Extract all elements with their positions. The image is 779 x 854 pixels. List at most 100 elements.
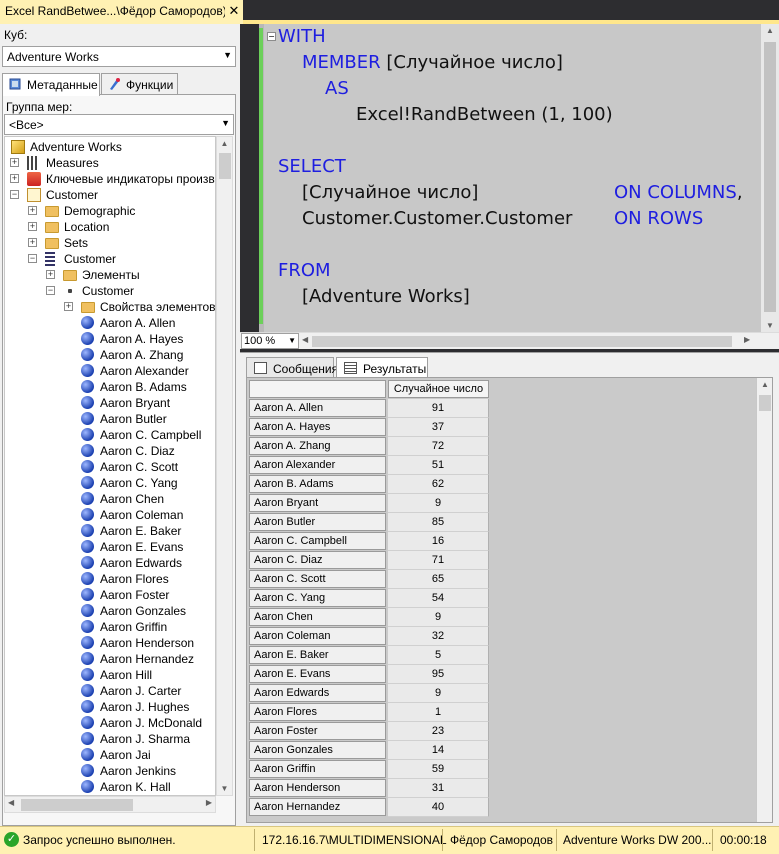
- row-header[interactable]: Aaron A. Allen: [249, 399, 386, 417]
- tree-node[interactable]: Aaron J. Sharma: [5, 731, 215, 747]
- tree-node[interactable]: Aaron Griffin: [5, 619, 215, 635]
- results-grid[interactable]: Случайное число Aaron A. Allen 91 Aaron A.…: [246, 377, 773, 823]
- tree-node[interactable]: Adventure Works: [5, 139, 215, 155]
- mdx-query-editor[interactable]: − WITH MEMBER [Случайное число] AS Excel!Ra…: [259, 24, 761, 332]
- tree-node[interactable]: + Demographic: [5, 203, 215, 219]
- collapse-icon[interactable]: −: [28, 254, 37, 263]
- scroll-up-icon[interactable]: ▲: [757, 380, 772, 389]
- row-header[interactable]: Aaron C. Campbell: [249, 532, 386, 550]
- row-header[interactable]: Aaron Butler: [249, 513, 386, 531]
- grid-cell[interactable]: 37: [388, 418, 489, 437]
- column-header[interactable]: Случайное число: [388, 380, 489, 398]
- row-header[interactable]: Aaron C. Scott: [249, 570, 386, 588]
- tree-node[interactable]: Aaron A. Zhang: [5, 347, 215, 363]
- row-header[interactable]: Aaron Bryant: [249, 494, 386, 512]
- tree-node[interactable]: Aaron Alexander: [5, 363, 215, 379]
- tree-node[interactable]: − Customer: [5, 283, 215, 299]
- scroll-thumb[interactable]: [219, 153, 231, 179]
- cube-select[interactable]: Adventure Works ▼: [2, 46, 236, 67]
- tab-metadata[interactable]: Метаданные: [2, 73, 100, 96]
- grid-cell[interactable]: 62: [388, 475, 489, 494]
- grid-cell[interactable]: 23: [388, 722, 489, 741]
- tree-node[interactable]: Aaron B. Adams: [5, 379, 215, 395]
- collapse-icon[interactable]: −: [46, 286, 55, 295]
- grid-cell[interactable]: 65: [388, 570, 489, 589]
- tree-node[interactable]: Aaron E. Evans: [5, 539, 215, 555]
- tab-messages[interactable]: Сообщения: [246, 357, 338, 377]
- grid-cell[interactable]: 5: [388, 646, 489, 665]
- editor-vertical-scrollbar[interactable]: ▲ ▼: [761, 24, 779, 332]
- row-header[interactable]: Aaron Alexander: [249, 456, 386, 474]
- document-tab[interactable]: Excel RandBetwee...\Фёдор Самородов) ✕: [0, 0, 243, 24]
- row-header[interactable]: Aaron Chen: [249, 608, 386, 626]
- grid-cell[interactable]: 95: [388, 665, 489, 684]
- tree-node[interactable]: Aaron C. Campbell: [5, 427, 215, 443]
- tree-node[interactable]: Aaron Gonzales: [5, 603, 215, 619]
- collapse-icon[interactable]: −: [10, 190, 19, 199]
- collapse-region-icon[interactable]: −: [267, 32, 276, 41]
- scroll-thumb[interactable]: [759, 395, 771, 411]
- tree-node[interactable]: Aaron A. Hayes: [5, 331, 215, 347]
- measure-group-select[interactable]: <Все> ▼: [4, 114, 234, 135]
- grid-cell[interactable]: 71: [388, 551, 489, 570]
- tree-node[interactable]: Aaron J. McDonald: [5, 715, 215, 731]
- tree-node[interactable]: + Location: [5, 219, 215, 235]
- row-header[interactable]: Aaron E. Evans: [249, 665, 386, 683]
- tree-node[interactable]: Aaron J. Carter: [5, 683, 215, 699]
- expand-icon[interactable]: +: [10, 158, 19, 167]
- grid-cell[interactable]: 9: [388, 494, 489, 513]
- tab-functions[interactable]: Функции: [101, 73, 178, 95]
- scroll-left-icon[interactable]: ◀: [8, 798, 14, 807]
- tree-node[interactable]: Aaron Butler: [5, 411, 215, 427]
- tree-node[interactable]: Aaron Bryant: [5, 395, 215, 411]
- scroll-thumb[interactable]: [21, 799, 133, 811]
- expand-icon[interactable]: +: [10, 174, 19, 183]
- tree-node[interactable]: Aaron Hill: [5, 667, 215, 683]
- tree-node[interactable]: − Customer: [5, 187, 215, 203]
- tree-node[interactable]: − Customer: [5, 251, 215, 267]
- scroll-down-icon[interactable]: ▼: [217, 784, 232, 793]
- tree-node[interactable]: Aaron K. Hall: [5, 779, 215, 795]
- row-header[interactable]: Aaron Hernandez: [249, 798, 386, 816]
- tree-node[interactable]: Aaron Henderson: [5, 635, 215, 651]
- tree-node[interactable]: Aaron C. Diaz: [5, 443, 215, 459]
- tree-node[interactable]: Aaron Chen: [5, 491, 215, 507]
- row-header[interactable]: Aaron Flores: [249, 703, 386, 721]
- tree-node[interactable]: Aaron C. Yang: [5, 475, 215, 491]
- scroll-up-icon[interactable]: ▲: [217, 139, 232, 148]
- tree-node[interactable]: Aaron Jenkins: [5, 763, 215, 779]
- tree-node[interactable]: + Элементы: [5, 267, 215, 283]
- grid-cell[interactable]: 91: [388, 399, 489, 418]
- tree-node[interactable]: + Sets: [5, 235, 215, 251]
- tree-node[interactable]: + Measures: [5, 155, 215, 171]
- grid-cell[interactable]: 32: [388, 627, 489, 646]
- expand-icon[interactable]: +: [64, 302, 73, 311]
- tree-node[interactable]: Aaron C. Scott: [5, 459, 215, 475]
- editor-horizontal-scroll-thumb[interactable]: [312, 336, 732, 347]
- row-header[interactable]: Aaron Gonzales: [249, 741, 386, 759]
- metadata-tree[interactable]: Adventure Works + Measures + Ключевые индика…: [4, 136, 216, 796]
- zoom-select[interactable]: 100 % ▼: [241, 333, 299, 349]
- tree-node[interactable]: Aaron Jai: [5, 747, 215, 763]
- grid-cell[interactable]: 14: [388, 741, 489, 760]
- grid-cell[interactable]: 85: [388, 513, 489, 532]
- expand-icon[interactable]: +: [46, 270, 55, 279]
- grid-cell[interactable]: 9: [388, 684, 489, 703]
- tree-node[interactable]: Aaron Hernandez: [5, 651, 215, 667]
- grid-cell[interactable]: 9: [388, 608, 489, 627]
- tree-node[interactable]: Aaron Edwards: [5, 555, 215, 571]
- grid-cell[interactable]: 16: [388, 532, 489, 551]
- tree-node[interactable]: Aaron Coleman: [5, 507, 215, 523]
- scroll-right-icon[interactable]: ▶: [744, 335, 750, 344]
- row-header[interactable]: Aaron C. Yang: [249, 589, 386, 607]
- close-tab-icon[interactable]: ✕: [225, 3, 243, 19]
- row-header[interactable]: Aaron A. Hayes: [249, 418, 386, 436]
- scroll-down-icon[interactable]: ▼: [761, 321, 779, 330]
- row-header[interactable]: Aaron Coleman: [249, 627, 386, 645]
- row-header[interactable]: Aaron Foster: [249, 722, 386, 740]
- tree-node[interactable]: + Свойства элементов: [5, 299, 215, 315]
- tree-node[interactable]: Aaron Flores: [5, 571, 215, 587]
- grid-vertical-scrollbar[interactable]: ▲: [756, 378, 772, 822]
- row-header[interactable]: Aaron Henderson: [249, 779, 386, 797]
- grid-cell[interactable]: 72: [388, 437, 489, 456]
